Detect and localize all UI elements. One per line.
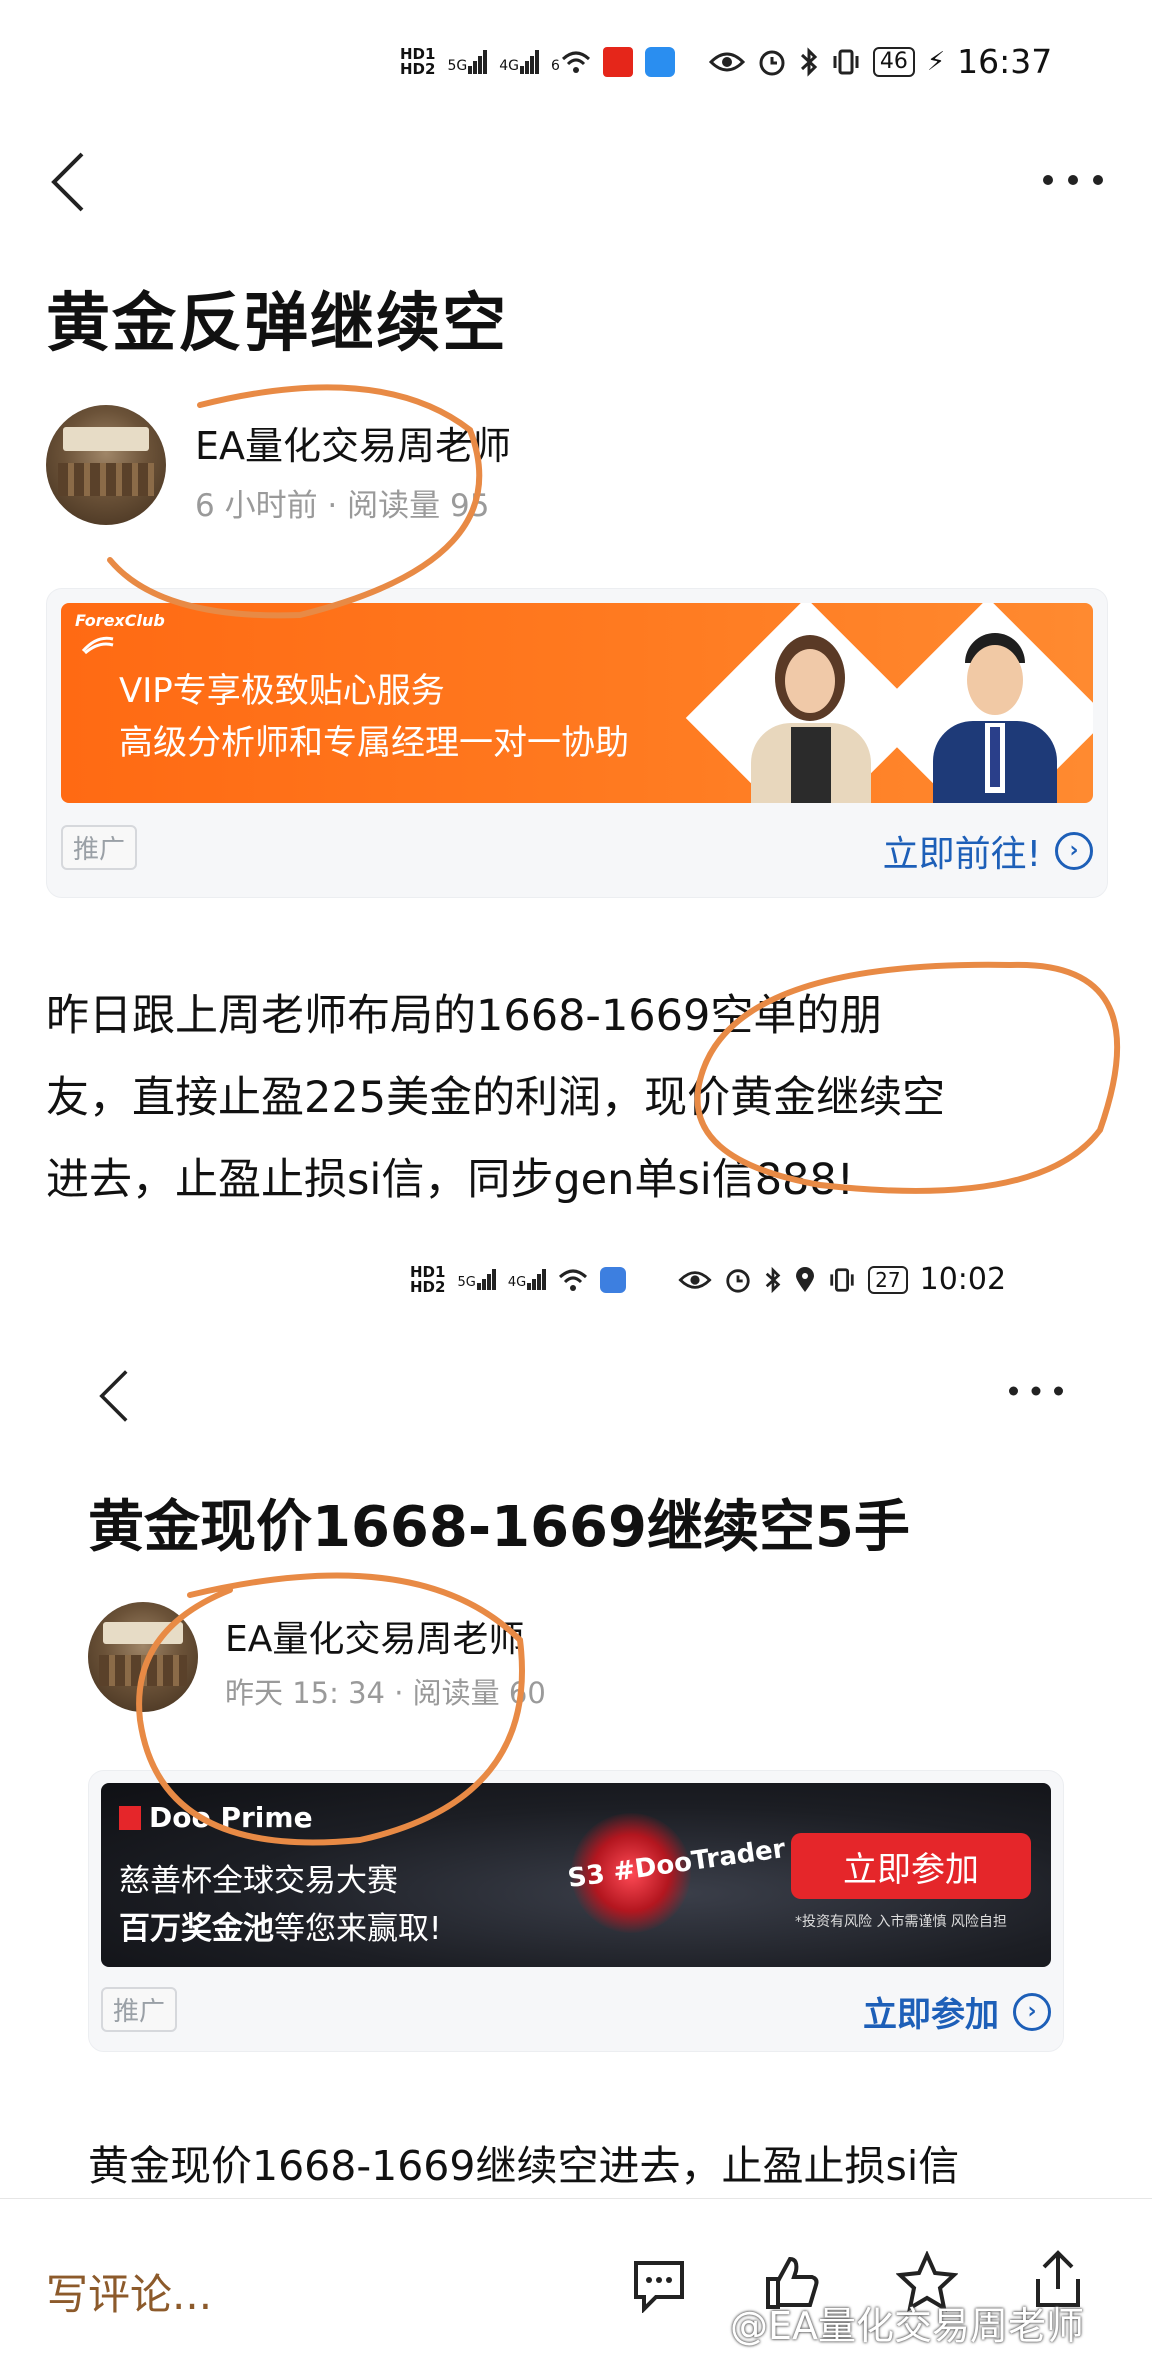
watermark: @EA量化交易周老师 <box>730 2304 1085 2348</box>
comments-button[interactable] <box>630 2257 688 2317</box>
bottom-bar: 写评论... @EA量化交易周老师 <box>0 2198 1152 2377</box>
comment-icon <box>634 2261 684 2314</box>
annotation-circle <box>107 384 1121 1846</box>
comment-input[interactable]: 写评论... <box>46 2261 212 2322</box>
